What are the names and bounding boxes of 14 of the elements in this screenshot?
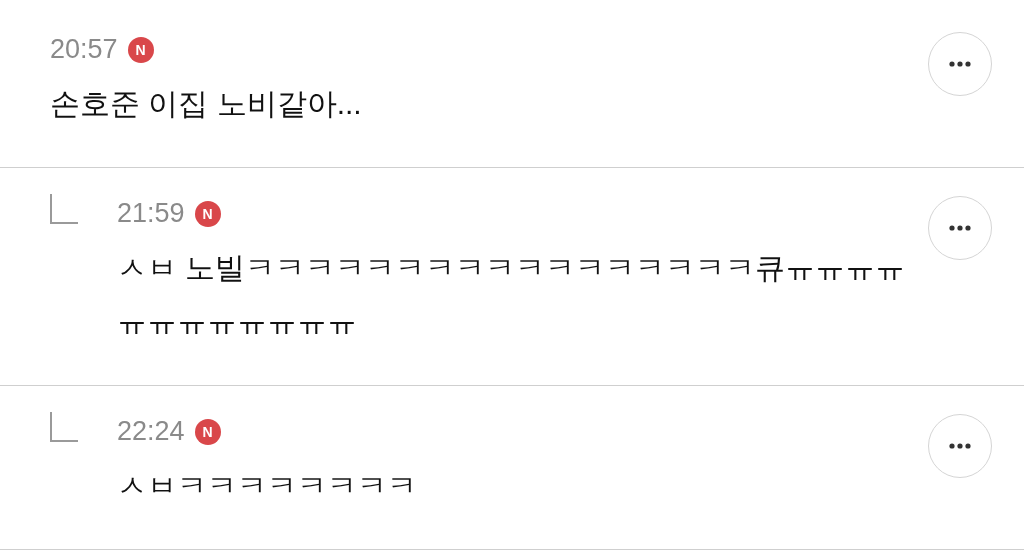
comment-text: ㅅㅂㅋㅋㅋㅋㅋㅋㅋㅋ	[117, 468, 418, 504]
new-badge: N	[194, 418, 221, 445]
comment-time: 21:59	[117, 198, 185, 229]
reply-icon	[50, 412, 78, 442]
comment-text: ㅅㅂ 노빌ㅋㅋㅋㅋㅋㅋㅋㅋㅋㅋㅋㅋㅋㅋㅋㅋㅋ큐ㅠㅠㅠㅠㅠㅠㅠㅠㅠㅠㅠㅠ	[117, 250, 907, 340]
comment-time: 20:57	[50, 34, 118, 65]
more-icon	[949, 225, 971, 231]
comment-time: 22:24	[117, 416, 185, 447]
more-icon	[949, 61, 971, 67]
new-badge: N	[194, 200, 221, 227]
comment-text: 손호준 이집 노비같아...	[50, 86, 363, 122]
reply-icon	[50, 194, 78, 224]
more-icon	[949, 443, 971, 449]
new-badge: N	[127, 36, 154, 63]
